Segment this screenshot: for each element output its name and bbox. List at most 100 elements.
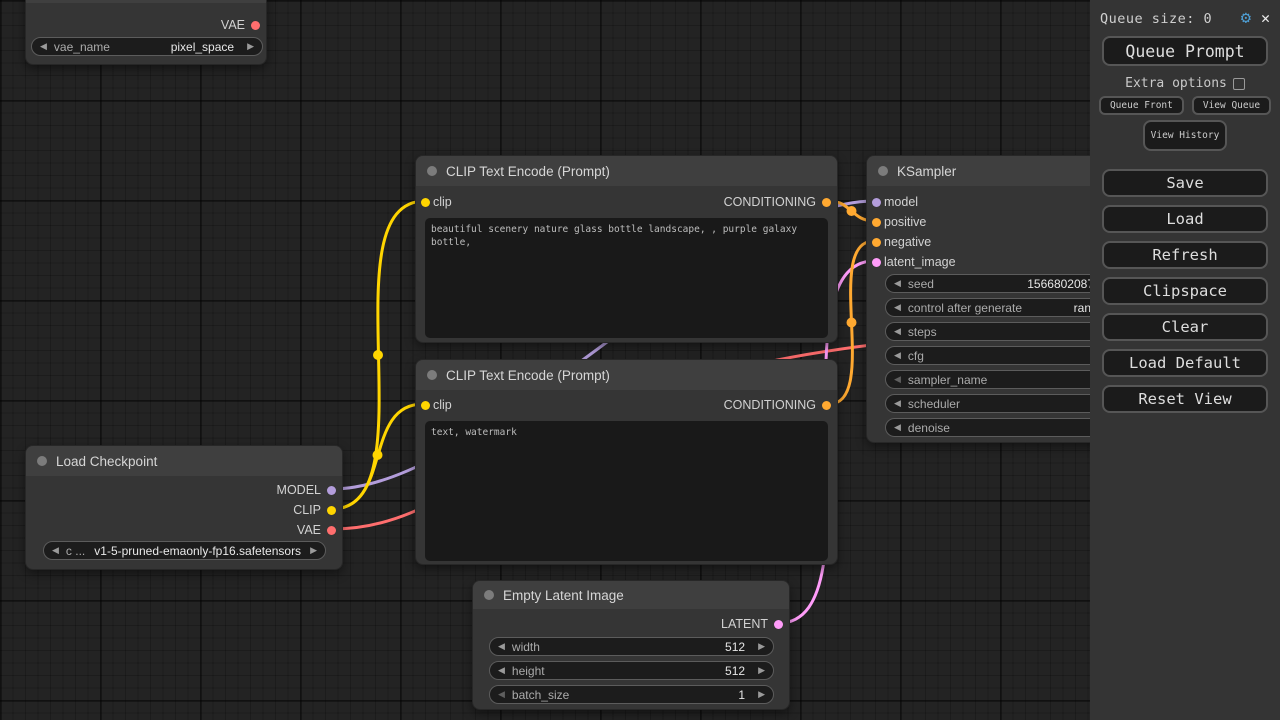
queue-prompt-button[interactable]: Queue Prompt (1102, 36, 1268, 66)
slot-label: clip (433, 195, 452, 209)
conditioning-slot-icon[interactable] (822, 197, 831, 207)
input-slot-clip[interactable]: clip (416, 194, 452, 210)
extra-options-checkbox[interactable] (1232, 77, 1245, 90)
collapse-dot-icon[interactable] (427, 166, 437, 176)
output-slot-latent[interactable]: LATENT (473, 616, 789, 632)
gear-icon[interactable]: ⚙ (1241, 10, 1251, 27)
model-slot-icon[interactable] (872, 197, 881, 207)
collapse-dot-icon[interactable] (37, 456, 47, 466)
node-load-vae[interactable]: VAE ◀ vae_name pixel_space ▶ (25, 0, 267, 65)
widget-label: denoise (907, 420, 950, 435)
collapse-dot-icon[interactable] (878, 166, 888, 176)
stepper-right-icon[interactable]: ▶ (758, 665, 765, 676)
node-title-bar[interactable] (26, 0, 266, 3)
stepper-left-icon[interactable]: ◀ (52, 545, 59, 556)
node-title-bar[interactable]: Empty Latent Image (473, 581, 789, 609)
node-canvas[interactable]: VAE ◀ vae_name pixel_space ▶ CLIP Text E… (0, 0, 1280, 720)
slot-label: CONDITIONING (723, 398, 816, 412)
input-slot-positive[interactable]: positive (867, 214, 926, 230)
load-default-button[interactable]: Load Default (1102, 349, 1268, 377)
clip-slot-icon[interactable] (421, 400, 430, 410)
node-clip-text-encode-negative[interactable]: CLIP Text Encode (Prompt) clip CONDITION… (415, 359, 838, 565)
slot-label: model (884, 195, 919, 209)
clip-slot-icon[interactable] (327, 505, 336, 515)
slot-label: latent_image (884, 255, 956, 269)
input-slot-latent-image[interactable]: latent_image (867, 254, 956, 270)
stepper-left-icon[interactable]: ◀ (40, 41, 47, 52)
node-title-bar[interactable]: CLIP Text Encode (Prompt) (416, 360, 837, 390)
save-button[interactable]: Save (1102, 169, 1268, 197)
control-after-generate-widget[interactable]: ◀ control after generate ran (885, 298, 1125, 317)
clear-button[interactable]: Clear (1102, 313, 1268, 341)
denoise-widget[interactable]: ◀ denoise (885, 418, 1125, 437)
node-title-bar[interactable]: Load Checkpoint (26, 446, 342, 476)
ckpt-name-widget[interactable]: ◀ c ... v1-5-pruned-emaonly-fp16.safeten… (43, 541, 326, 560)
stepper-left-icon[interactable]: ◀ (894, 350, 901, 361)
stepper-left-icon[interactable]: ◀ (894, 326, 901, 337)
scheduler-widget[interactable]: ◀ scheduler (885, 394, 1125, 413)
stepper-left-icon[interactable]: ◀ (894, 278, 901, 289)
latent-slot-icon[interactable] (774, 619, 783, 629)
widget-value: ran (1073, 300, 1091, 315)
stepper-right-icon[interactable]: ▶ (310, 545, 317, 556)
widget-label: batch_size (511, 687, 570, 702)
node-load-checkpoint[interactable]: Load Checkpoint MODEL CLIP VAE ◀ c ... v… (25, 445, 343, 570)
stepper-right-icon[interactable]: ▶ (758, 641, 765, 652)
conditioning-slot-icon[interactable] (822, 400, 831, 410)
stepper-right-icon[interactable]: ▶ (758, 689, 765, 700)
output-slot-vae[interactable]: VAE (26, 522, 342, 538)
stepper-left-icon[interactable]: ◀ (894, 398, 901, 409)
widget-value: 1 (738, 687, 746, 702)
view-history-button[interactable]: View History (1143, 120, 1227, 151)
load-button[interactable]: Load (1102, 205, 1268, 233)
node-title: KSampler (897, 163, 957, 179)
latent-slot-icon[interactable] (872, 257, 881, 267)
width-widget[interactable]: ◀ width 512 ▶ (489, 637, 774, 656)
stepper-left-icon[interactable]: ◀ (894, 302, 901, 313)
output-slot-model[interactable]: MODEL (26, 482, 342, 498)
input-slot-clip[interactable]: clip (416, 397, 452, 413)
reset-view-button[interactable]: Reset View (1102, 385, 1268, 413)
output-slot-conditioning[interactable]: CONDITIONING (584, 194, 837, 210)
clipspace-button[interactable]: Clipspace (1102, 277, 1268, 305)
stepper-left-icon[interactable]: ◀ (894, 374, 901, 385)
conditioning-slot-icon[interactable] (872, 217, 881, 227)
steps-widget[interactable]: ◀ steps (885, 322, 1125, 341)
seed-widget[interactable]: ◀ seed 1566802087 (885, 274, 1125, 293)
stepper-right-icon[interactable]: ▶ (247, 41, 254, 52)
node-empty-latent-image[interactable]: Empty Latent Image LATENT ◀ width 512 ▶ … (472, 580, 790, 710)
slot-label: MODEL (276, 483, 321, 497)
clip-slot-icon[interactable] (421, 197, 430, 207)
node-title: Empty Latent Image (503, 587, 624, 603)
node-clip-text-encode-positive[interactable]: CLIP Text Encode (Prompt) clip CONDITION… (415, 155, 838, 343)
height-widget[interactable]: ◀ height 512 ▶ (489, 661, 774, 680)
refresh-button[interactable]: Refresh (1102, 241, 1268, 269)
stepper-left-icon[interactable]: ◀ (498, 641, 505, 652)
output-slot-clip[interactable]: CLIP (26, 502, 342, 518)
stepper-left-icon[interactable]: ◀ (498, 665, 505, 676)
batch-size-widget[interactable]: ◀ batch_size 1 ▶ (489, 685, 774, 704)
stepper-left-icon[interactable]: ◀ (498, 689, 505, 700)
collapse-dot-icon[interactable] (427, 370, 437, 380)
input-slot-model[interactable]: model (867, 194, 918, 210)
vae-slot-icon[interactable] (327, 525, 336, 535)
prompt-textarea[interactable]: beautiful scenery nature glass bottle la… (425, 218, 828, 338)
stepper-left-icon[interactable]: ◀ (894, 422, 901, 433)
cfg-widget[interactable]: ◀ cfg (885, 346, 1125, 365)
queue-front-button[interactable]: Queue Front (1098, 96, 1184, 115)
vae-slot-icon[interactable] (251, 20, 260, 30)
close-icon[interactable]: ✕ (1261, 11, 1270, 26)
extra-options-row: Extra options (1090, 76, 1280, 91)
prompt-textarea[interactable]: text, watermark (425, 421, 828, 561)
node-title-bar[interactable]: CLIP Text Encode (Prompt) (416, 156, 837, 186)
conditioning-slot-icon[interactable] (872, 237, 881, 247)
vae-name-widget[interactable]: ◀ vae_name pixel_space ▶ (31, 37, 263, 56)
widget-label: scheduler (907, 396, 960, 411)
view-queue-button[interactable]: View Queue (1191, 96, 1272, 115)
input-slot-negative[interactable]: negative (867, 234, 931, 250)
sampler-name-widget[interactable]: ◀ sampler_name (885, 370, 1125, 389)
output-slot-conditioning[interactable]: CONDITIONING (584, 397, 837, 413)
output-slot-vae[interactable]: VAE (26, 17, 266, 33)
model-slot-icon[interactable] (327, 485, 336, 495)
collapse-dot-icon[interactable] (484, 590, 494, 600)
